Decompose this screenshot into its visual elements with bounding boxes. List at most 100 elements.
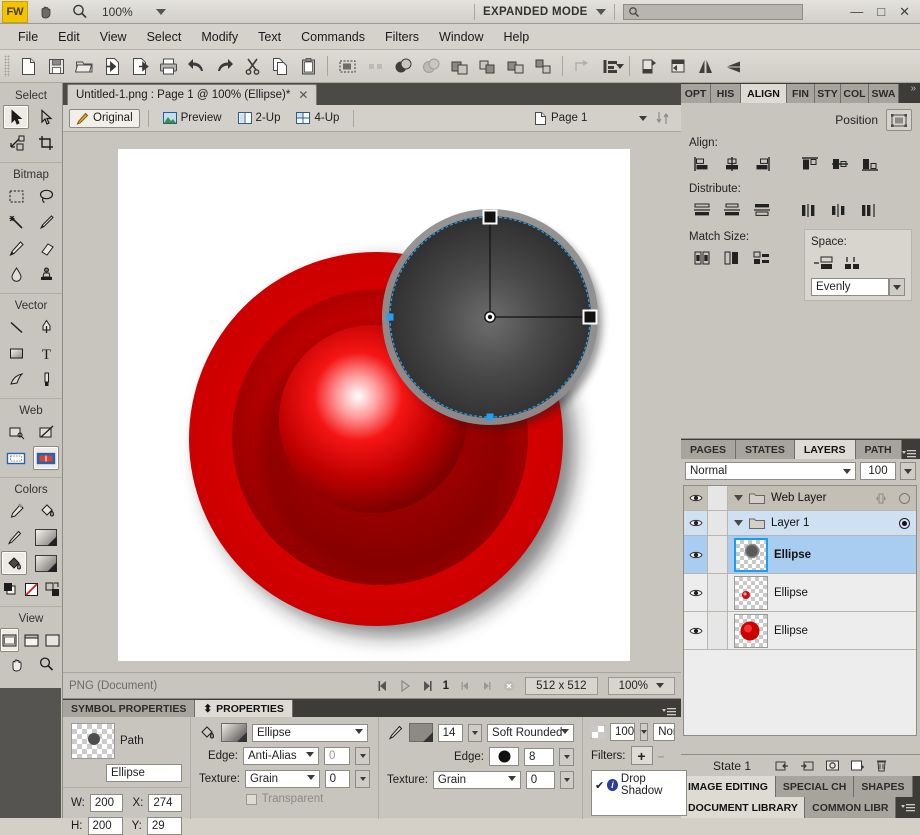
canvas-workspace[interactable] [63,132,681,672]
tab-symbol-properties[interactable]: SYMBOL PROPERTIES [63,700,196,717]
lock-toggle[interactable] [708,511,728,535]
fill-texture-amount-input[interactable]: 0 [324,770,351,788]
search-input[interactable] [622,3,803,20]
menu-help[interactable]: Help [494,27,540,47]
new-sub-layer-button[interactable] [800,759,815,772]
distribute-center-vertical-button[interactable] [719,199,745,221]
new-bitmap-image-button[interactable] [775,759,790,772]
stop-button[interactable] [503,680,515,692]
last-frame-button[interactable] [421,680,433,692]
visibility-toggle[interactable] [684,511,708,535]
align-center-horizontal-button[interactable] [719,153,745,175]
panel-expand-icon[interactable]: » [910,83,916,94]
play-button[interactable] [399,679,411,692]
distribute-center-horizontal-button[interactable] [827,199,853,221]
split-button[interactable] [529,53,557,79]
stroke-color-swatch[interactable] [409,723,433,742]
pointer-tool[interactable] [3,105,29,129]
tab-document-library[interactable]: DOCUMENT LIBRARY [681,797,806,818]
layer-main[interactable]: Ellipse [728,613,892,648]
flip-horizontal-button[interactable] [691,53,719,79]
tab-history[interactable]: HIS [711,84,741,103]
hand-tool[interactable] [3,652,29,676]
flip-vertical-button[interactable] [719,53,747,79]
tab-common-library[interactable]: COMMON LIBR [805,797,896,818]
menu-select[interactable]: Select [137,27,192,47]
drag-handle-icon[interactable]: ⬍ [203,703,212,715]
fill-edge-select[interactable]: Anti-Alias [243,747,319,765]
visibility-toggle[interactable] [684,486,708,510]
chevron-down-icon[interactable] [639,115,647,121]
layer-main[interactable]: Layer 1 [728,517,892,529]
view-mode-preview[interactable]: Preview [157,110,228,126]
align-bottom-button[interactable] [857,153,883,175]
tab-find[interactable]: FIN [787,84,815,103]
space-mode-select[interactable]: Evenly [811,278,889,296]
blur-tool[interactable] [3,262,29,286]
panel-menu-icon[interactable] [657,700,681,717]
new-layer-button[interactable] [825,759,840,772]
canvas[interactable] [118,149,630,661]
marquee-tool[interactable] [3,184,29,208]
chevron-down-icon[interactable] [843,468,851,474]
maximize-button[interactable]: □ [877,4,885,19]
layer-main[interactable]: Ellipse [728,537,892,572]
tab-swatches[interactable]: SWA [869,84,899,103]
hide-slices-tool[interactable] [3,446,29,470]
opacity-dropdown-arrow[interactable] [900,462,916,480]
fill-texture-select[interactable]: Grain [244,770,320,788]
rectangle-tool[interactable] [3,341,29,365]
send-backward-button[interactable] [663,53,691,79]
distribute-bottom-button[interactable] [749,199,775,221]
active-layer-indicator[interactable] [892,492,916,504]
layer-row-ellipse-dark[interactable]: Ellipse [684,536,916,574]
fill-color-tool[interactable] [1,551,27,575]
copy-button[interactable] [266,53,294,79]
punch-button[interactable] [445,53,473,79]
space-evenly-horizontal-button[interactable] [811,252,837,274]
layer-row-ellipse-small-red[interactable]: Ellipse [684,574,916,612]
menu-filters[interactable]: Filters [375,27,429,47]
match-width-button[interactable] [689,247,715,269]
page-selector[interactable]: Page 1 [531,110,651,127]
distribute-right-button[interactable] [857,199,883,221]
menu-edit[interactable]: Edit [48,27,90,47]
line-tool[interactable] [3,315,29,339]
freeform-tool[interactable] [3,367,29,391]
zoom-level-display[interactable]: 100% [102,5,156,19]
show-slices-tool[interactable] [33,446,59,470]
space-evenly-vertical-button[interactable] [841,252,867,274]
scale-tool[interactable] [3,131,29,155]
import-button[interactable] [98,53,126,79]
layer-row-layer-1[interactable]: Layer 1 [684,511,916,536]
document-tab[interactable]: Untitled-1.png : Page 1 @ 100% (Ellipse)… [67,84,318,105]
tab-states[interactable]: STATES [735,440,795,459]
chevron-down-icon[interactable] [355,728,363,734]
object-opacity-stepper[interactable] [640,723,649,741]
select-marquee-button[interactable] [333,53,361,79]
stroke-edge-preview[interactable] [489,747,519,766]
union-button[interactable] [389,53,417,79]
expand-triangle-icon[interactable] [734,494,743,502]
bring-forward-button[interactable] [635,53,663,79]
tab-color-mixer[interactable]: COL [841,84,869,103]
layer-thumbnail[interactable] [734,613,768,648]
object-opacity-input[interactable]: 100 [610,723,636,741]
layer-main[interactable]: Ellipse [728,575,892,610]
chevron-down-icon[interactable] [306,752,314,757]
filter-list[interactable]: ✔ i Drop Shadow [591,770,687,816]
hotspot-tool[interactable] [3,420,29,444]
zoom-dropdown-arrow[interactable] [156,8,166,15]
blend-mode-select[interactable]: Normal [685,462,856,480]
close-icon[interactable]: ✕ [298,88,308,102]
y-input[interactable]: 29 [146,817,182,835]
tab-align[interactable]: ALIGN [741,84,787,103]
layer-opacity-input[interactable]: 100 [860,462,896,480]
chevron-down-icon[interactable] [507,776,516,781]
layer-row-web-layer[interactable]: Web Layer [684,486,916,511]
expand-triangle-icon[interactable] [734,519,743,527]
layer-row-ellipse-large-red[interactable]: Ellipse [684,612,916,650]
visibility-toggle[interactable] [684,536,708,573]
match-both-button[interactable] [749,247,775,269]
tab-optimize[interactable]: OPT [681,84,711,103]
